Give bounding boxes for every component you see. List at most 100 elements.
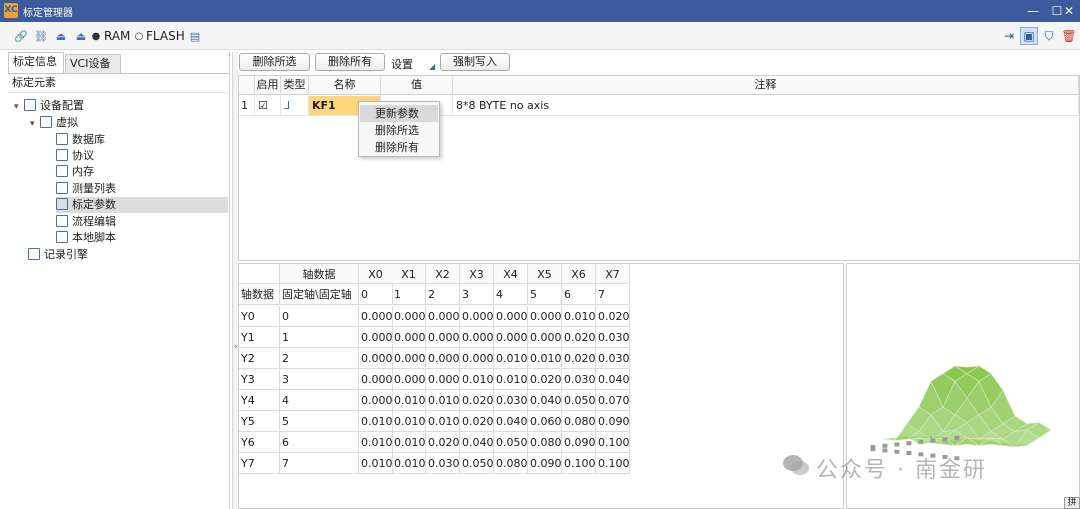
grid-value-cell[interactable]: 0.020 bbox=[460, 390, 494, 411]
tree-item-database[interactable]: 数据库 bbox=[56, 132, 105, 148]
export-icon[interactable]: ⇥ bbox=[1000, 27, 1018, 45]
grid-value-cell[interactable]: 0.040 bbox=[528, 390, 562, 411]
grid-value-cell[interactable]: 0.040 bbox=[460, 432, 494, 453]
grid-value-cell[interactable]: 0.020 bbox=[528, 369, 562, 390]
grid-value-cell[interactable]: 0.030 bbox=[494, 390, 528, 411]
grid-value-cell[interactable]: 0.010 bbox=[359, 411, 393, 432]
document-icon[interactable]: ▤ bbox=[188, 29, 202, 43]
delete-selected-button[interactable]: 删除所选 bbox=[239, 53, 310, 71]
grid-value-cell[interactable]: 0.000 bbox=[426, 369, 460, 390]
grid-value-cell[interactable]: 0.010 bbox=[426, 390, 460, 411]
device-disconnect-icon[interactable]: ⏏ bbox=[74, 29, 88, 43]
chevron-down-icon[interactable]: ▾ bbox=[30, 116, 40, 132]
bookmark-icon[interactable]: ⛉ bbox=[1040, 27, 1058, 45]
delete-icon[interactable]: 🗑 bbox=[1060, 27, 1078, 45]
menu-item-update-param[interactable]: 更新参数 bbox=[360, 105, 438, 122]
force-write-button[interactable]: 强制写入 bbox=[440, 53, 510, 71]
grid-value-cell[interactable]: 0.050 bbox=[460, 453, 494, 474]
grid-value-cell[interactable]: 0.010 bbox=[494, 348, 528, 369]
grid-value-cell[interactable]: 0.030 bbox=[596, 327, 630, 348]
grid-value-cell[interactable]: 0.030 bbox=[596, 348, 630, 369]
grid-value-cell[interactable]: 0.010 bbox=[359, 453, 393, 474]
grid-x-axis-value[interactable]: 3 bbox=[460, 284, 494, 305]
grid-y-axis-value[interactable]: 5 bbox=[280, 411, 359, 432]
grid-value-cell[interactable]: 0.060 bbox=[528, 411, 562, 432]
grid-value-cell[interactable]: 0.010 bbox=[494, 369, 528, 390]
link-icon[interactable]: 🔗 bbox=[14, 29, 28, 43]
grid-value-cell[interactable]: 0.010 bbox=[528, 348, 562, 369]
grid-value-cell[interactable]: 0.000 bbox=[528, 306, 562, 327]
grid-value-cell[interactable]: 0.080 bbox=[528, 432, 562, 453]
grid-y-axis-value[interactable]: 4 bbox=[280, 390, 359, 411]
grid-x-axis-value[interactable]: 6 bbox=[562, 284, 596, 305]
dropdown-arrow-icon[interactable]: ◢ bbox=[429, 62, 435, 71]
delete-all-button[interactable]: 删除所有 bbox=[315, 53, 385, 71]
tree-item-protocol[interactable]: 协议 bbox=[56, 148, 94, 164]
grid-value-cell[interactable]: 0.090 bbox=[596, 411, 630, 432]
grid-value-cell[interactable]: 0.000 bbox=[392, 348, 426, 369]
grid-value-cell[interactable]: 0.080 bbox=[494, 453, 528, 474]
grid-value-cell[interactable]: 0.000 bbox=[392, 369, 426, 390]
grid-value-cell[interactable]: 0.020 bbox=[562, 348, 596, 369]
grid-value-cell[interactable]: 0.000 bbox=[426, 348, 460, 369]
grid-value-cell[interactable]: 0.000 bbox=[460, 306, 494, 327]
grid-value-cell[interactable]: 0.000 bbox=[426, 327, 460, 348]
tree-item-memory[interactable]: 内存 bbox=[56, 164, 94, 180]
grid-value-cell[interactable]: 0.020 bbox=[562, 327, 596, 348]
grid-value-cell[interactable]: 0.080 bbox=[562, 411, 596, 432]
tree-item-device-config[interactable]: ▾ 设备配置 bbox=[14, 98, 84, 114]
grid-value-cell[interactable]: 0.010 bbox=[392, 390, 426, 411]
grid-x-axis-value[interactable]: 7 bbox=[596, 284, 630, 305]
grid-value-cell[interactable]: 0.010 bbox=[359, 432, 393, 453]
grid-x-axis-value[interactable]: 1 bbox=[392, 284, 426, 305]
tab-vci-device[interactable]: VCI设备 bbox=[65, 54, 121, 73]
tree-item-virtual[interactable]: ▾ 虚拟 bbox=[30, 115, 78, 131]
flash-radio[interactable]: ○ bbox=[132, 29, 146, 43]
grid-value-cell[interactable]: 0.020 bbox=[426, 432, 460, 453]
ram-radio[interactable]: ● bbox=[89, 29, 103, 43]
grid-x-axis-value[interactable]: 2 bbox=[426, 284, 460, 305]
grid-value-cell[interactable]: 0.000 bbox=[426, 306, 460, 327]
grid-value-cell[interactable]: 0.020 bbox=[460, 411, 494, 432]
grid-value-cell[interactable]: 0.030 bbox=[426, 453, 460, 474]
grid-y-axis-value[interactable]: 0 bbox=[280, 306, 359, 327]
grid-value-cell[interactable]: 0.000 bbox=[528, 327, 562, 348]
tree-item-calibration-params[interactable]: 标定参数 bbox=[56, 197, 228, 213]
grid-value-cell[interactable]: 0.000 bbox=[359, 369, 393, 390]
grid-value-cell[interactable]: 0.070 bbox=[596, 390, 630, 411]
grid-value-cell[interactable]: 0.030 bbox=[562, 369, 596, 390]
close-button[interactable]: ✕ bbox=[1058, 2, 1080, 20]
grid-value-cell[interactable]: 0.000 bbox=[494, 327, 528, 348]
calibration-view-icon[interactable]: ▣ bbox=[1020, 27, 1038, 45]
unlink-icon[interactable]: ⛓ bbox=[34, 29, 48, 43]
grid-value-cell[interactable]: 0.000 bbox=[460, 327, 494, 348]
grid-value-cell[interactable]: 0.010 bbox=[392, 432, 426, 453]
grid-value-cell[interactable]: 0.000 bbox=[494, 306, 528, 327]
grid-value-cell[interactable]: 0.010 bbox=[426, 411, 460, 432]
grid-value-cell[interactable]: 0.000 bbox=[392, 327, 426, 348]
grid-y-axis-value[interactable]: 1 bbox=[280, 327, 359, 348]
grid-value-cell[interactable]: 0.050 bbox=[562, 390, 596, 411]
grid-value-cell[interactable]: 0.040 bbox=[494, 411, 528, 432]
tree-item-record-engine[interactable]: 记录引擎 bbox=[28, 247, 88, 263]
chevron-down-icon[interactable]: ▾ bbox=[14, 99, 24, 115]
grid-value-cell[interactable]: 0.020 bbox=[596, 306, 630, 327]
grid-value-cell[interactable]: 0.000 bbox=[392, 306, 426, 327]
grid-value-cell[interactable]: 0.090 bbox=[528, 453, 562, 474]
grid-value-cell[interactable]: 0.100 bbox=[596, 432, 630, 453]
grid-y-axis-value[interactable]: 3 bbox=[280, 369, 359, 390]
tree-item-measure-list[interactable]: 测量列表 bbox=[56, 181, 116, 197]
menu-item-delete-all[interactable]: 删除所有 bbox=[360, 139, 438, 156]
grid-value-cell[interactable]: 0.010 bbox=[392, 453, 426, 474]
grid-value-cell[interactable]: 0.100 bbox=[562, 453, 596, 474]
grid-value-cell[interactable]: 0.000 bbox=[359, 327, 393, 348]
tree-item-local-script[interactable]: 本地脚本 bbox=[56, 230, 116, 246]
minimize-button[interactable]: — bbox=[1022, 2, 1044, 20]
grid-value-cell[interactable]: 0.050 bbox=[494, 432, 528, 453]
grid-y-axis-value[interactable]: 7 bbox=[280, 453, 359, 474]
grid-y-axis-value[interactable]: 2 bbox=[280, 348, 359, 369]
grid-value-cell[interactable]: 0.010 bbox=[460, 369, 494, 390]
grid-value-cell[interactable]: 0.090 bbox=[562, 432, 596, 453]
grid-x-axis-value[interactable]: 0 bbox=[359, 284, 393, 305]
grid-value-cell[interactable]: 0.010 bbox=[562, 306, 596, 327]
